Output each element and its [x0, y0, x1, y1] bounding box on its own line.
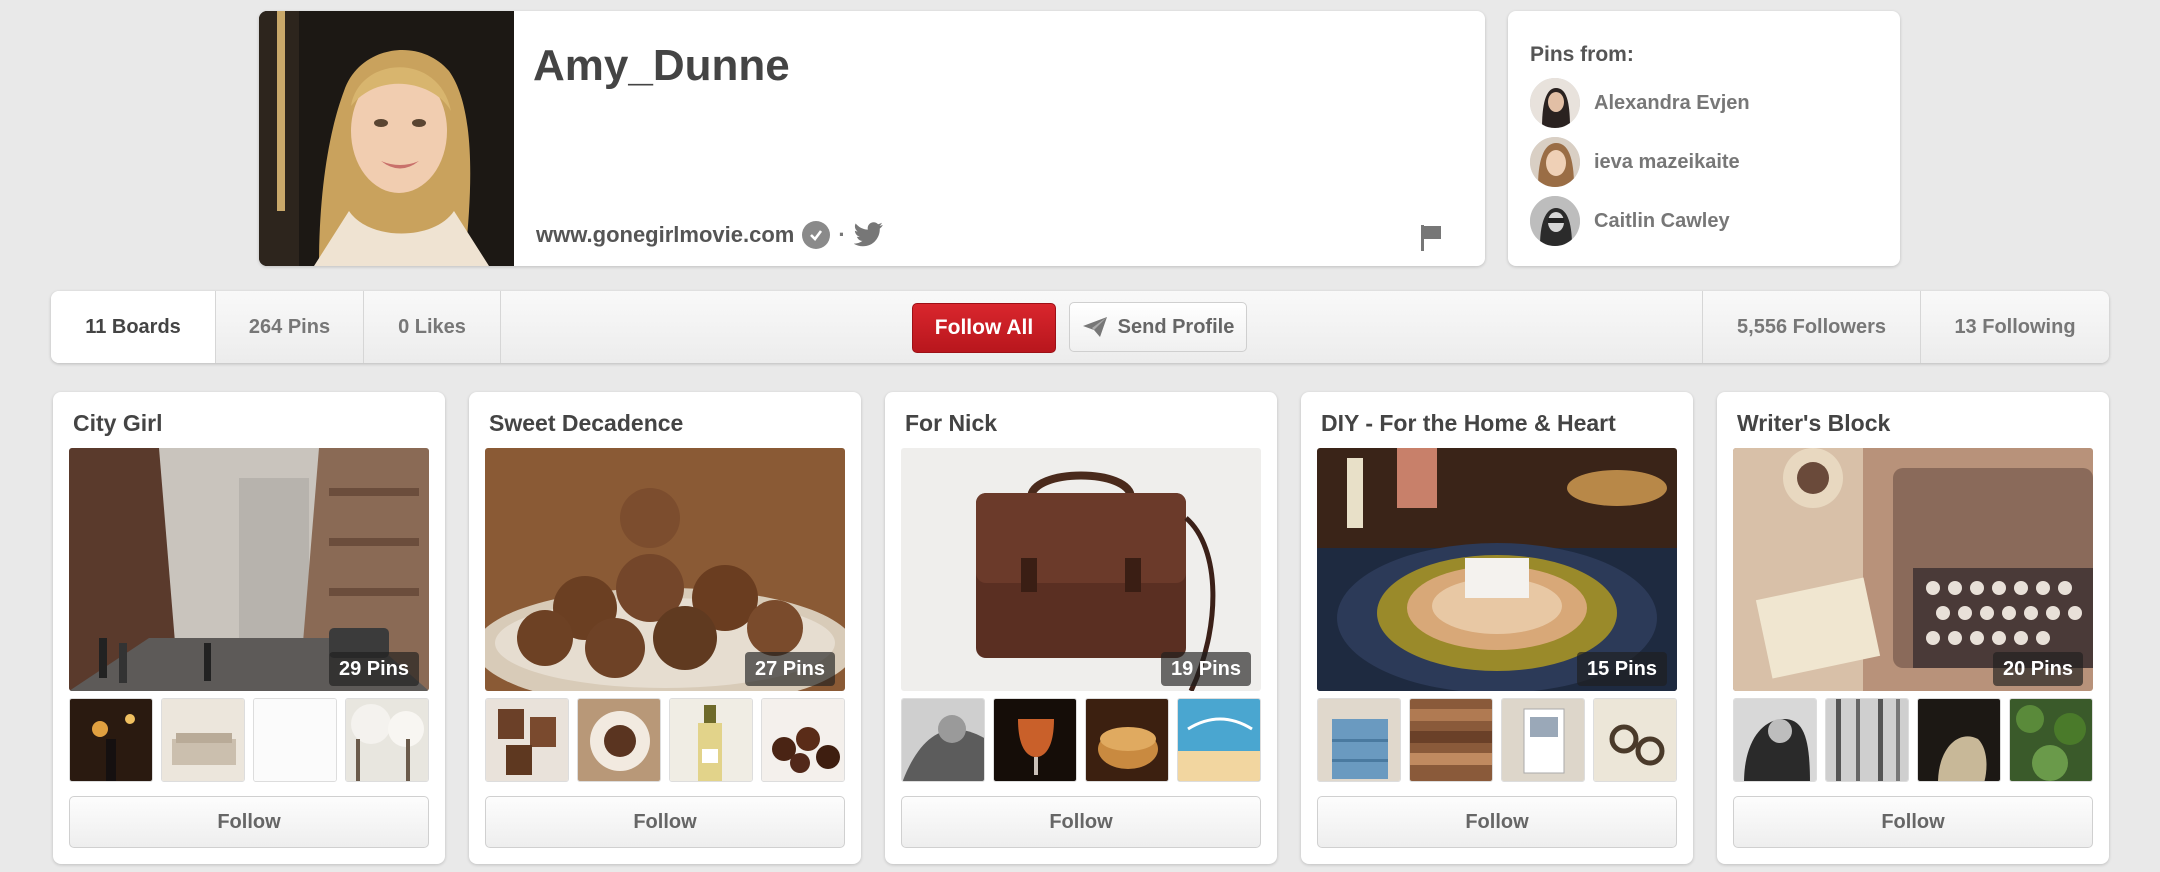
user-name: Alexandra Evjen [1594, 91, 1750, 114]
board-follow-button[interactable]: Follow [1317, 796, 1677, 848]
board-title[interactable]: City Girl [73, 410, 162, 437]
thumbnail[interactable] [1085, 698, 1169, 782]
board-card[interactable]: DIY - For the Home & Heart 15 Pins Follo… [1301, 392, 1693, 864]
board-title[interactable]: DIY - For the Home & Heart [1321, 410, 1616, 437]
tab-pins[interactable]: 264 Pins [216, 291, 363, 363]
profile-avatar[interactable] [259, 11, 514, 266]
thumbnail[interactable] [669, 698, 753, 782]
tab-likes[interactable]: 0 Likes [364, 291, 500, 363]
profile-stats-bar: 11 Boards 264 Pins 0 Likes Follow All Se… [51, 291, 2109, 363]
board-pin-count: 15 Pins [1576, 652, 1667, 686]
divider [500, 291, 501, 363]
board-title[interactable]: Writer's Block [1737, 410, 1890, 437]
board-thumbnails [901, 698, 1261, 784]
thumbnail[interactable] [1177, 698, 1261, 782]
pins-from-card: Pins from: Alexandra Evjen ieva mazeikai… [1508, 11, 1900, 266]
thumbnail[interactable] [253, 698, 337, 782]
thumbnail[interactable] [1825, 698, 1909, 782]
board-title[interactable]: Sweet Decadence [489, 410, 683, 437]
pins-from-user[interactable]: Alexandra Evjen [1530, 78, 1750, 128]
thumbnail[interactable] [1593, 698, 1677, 782]
pins-from-title: Pins from: [1530, 43, 1634, 66]
board-follow-button[interactable]: Follow [69, 796, 429, 848]
board-thumbnails [1317, 698, 1677, 784]
pins-from-user[interactable]: ieva mazeikaite [1530, 137, 1740, 187]
flag-icon[interactable] [1419, 223, 1445, 253]
thumbnail[interactable] [577, 698, 661, 782]
thumbnail[interactable] [901, 698, 985, 782]
board-card[interactable]: Sweet Decadence 27 Pins Follow [469, 392, 861, 864]
board-pin-count: 20 Pins [1992, 652, 2083, 686]
tab-following[interactable]: 13 Following [1921, 291, 2109, 363]
board-thumbnails [485, 698, 845, 784]
user-avatar [1530, 137, 1580, 187]
board-follow-button[interactable]: Follow [1733, 796, 2093, 848]
profile-name: Amy_Dunne [533, 41, 790, 90]
thumbnail[interactable] [761, 698, 845, 782]
send-profile-label: Send Profile [1117, 315, 1235, 338]
board-thumbnails [1733, 698, 2093, 784]
user-name: Caitlin Cawley [1594, 209, 1730, 232]
board-thumbnails [69, 698, 429, 784]
thumbnail[interactable] [161, 698, 245, 782]
user-name: ieva mazeikaite [1594, 150, 1740, 173]
thumbnail[interactable] [345, 698, 429, 782]
separator-dot: · [838, 222, 846, 247]
verified-icon [802, 221, 831, 249]
thumbnail[interactable] [1917, 698, 2001, 782]
board-card[interactable]: Writer's Block 20 Pins Follow [1717, 392, 2109, 864]
board-follow-button[interactable]: Follow [485, 796, 845, 848]
send-profile-button[interactable]: Send Profile [1069, 302, 1247, 352]
twitter-icon[interactable] [853, 222, 884, 248]
thumbnail[interactable] [1501, 698, 1585, 782]
profile-card: Amy_Dunne www.gonegirlmovie.com · [259, 11, 1485, 266]
profile-website-row: www.gonegirlmovie.com · [536, 221, 884, 249]
thumbnail[interactable] [485, 698, 569, 782]
user-avatar [1530, 78, 1580, 128]
board-title[interactable]: For Nick [905, 410, 997, 437]
paper-plane-icon [1082, 316, 1108, 338]
thumbnail[interactable] [1733, 698, 1817, 782]
thumbnail[interactable] [2009, 698, 2093, 782]
board-card[interactable]: City Girl 29 Pins Follow [53, 392, 445, 864]
tab-followers[interactable]: 5,556 Followers [1703, 291, 1920, 363]
user-avatar [1530, 196, 1580, 246]
thumbnail[interactable] [1317, 698, 1401, 782]
tab-boards[interactable]: 11 Boards [51, 291, 215, 363]
thumbnail[interactable] [69, 698, 153, 782]
pins-from-user[interactable]: Caitlin Cawley [1530, 196, 1730, 246]
board-pin-count: 29 Pins [328, 652, 419, 686]
board-pin-count: 19 Pins [1160, 652, 1251, 686]
board-follow-button[interactable]: Follow [901, 796, 1261, 848]
board-pin-count: 27 Pins [744, 652, 835, 686]
follow-all-button[interactable]: Follow All [912, 303, 1056, 353]
website-link[interactable]: www.gonegirlmovie.com [536, 222, 794, 248]
thumbnail[interactable] [993, 698, 1077, 782]
thumbnail[interactable] [1409, 698, 1493, 782]
board-card[interactable]: For Nick 19 Pins Follow [885, 392, 1277, 864]
